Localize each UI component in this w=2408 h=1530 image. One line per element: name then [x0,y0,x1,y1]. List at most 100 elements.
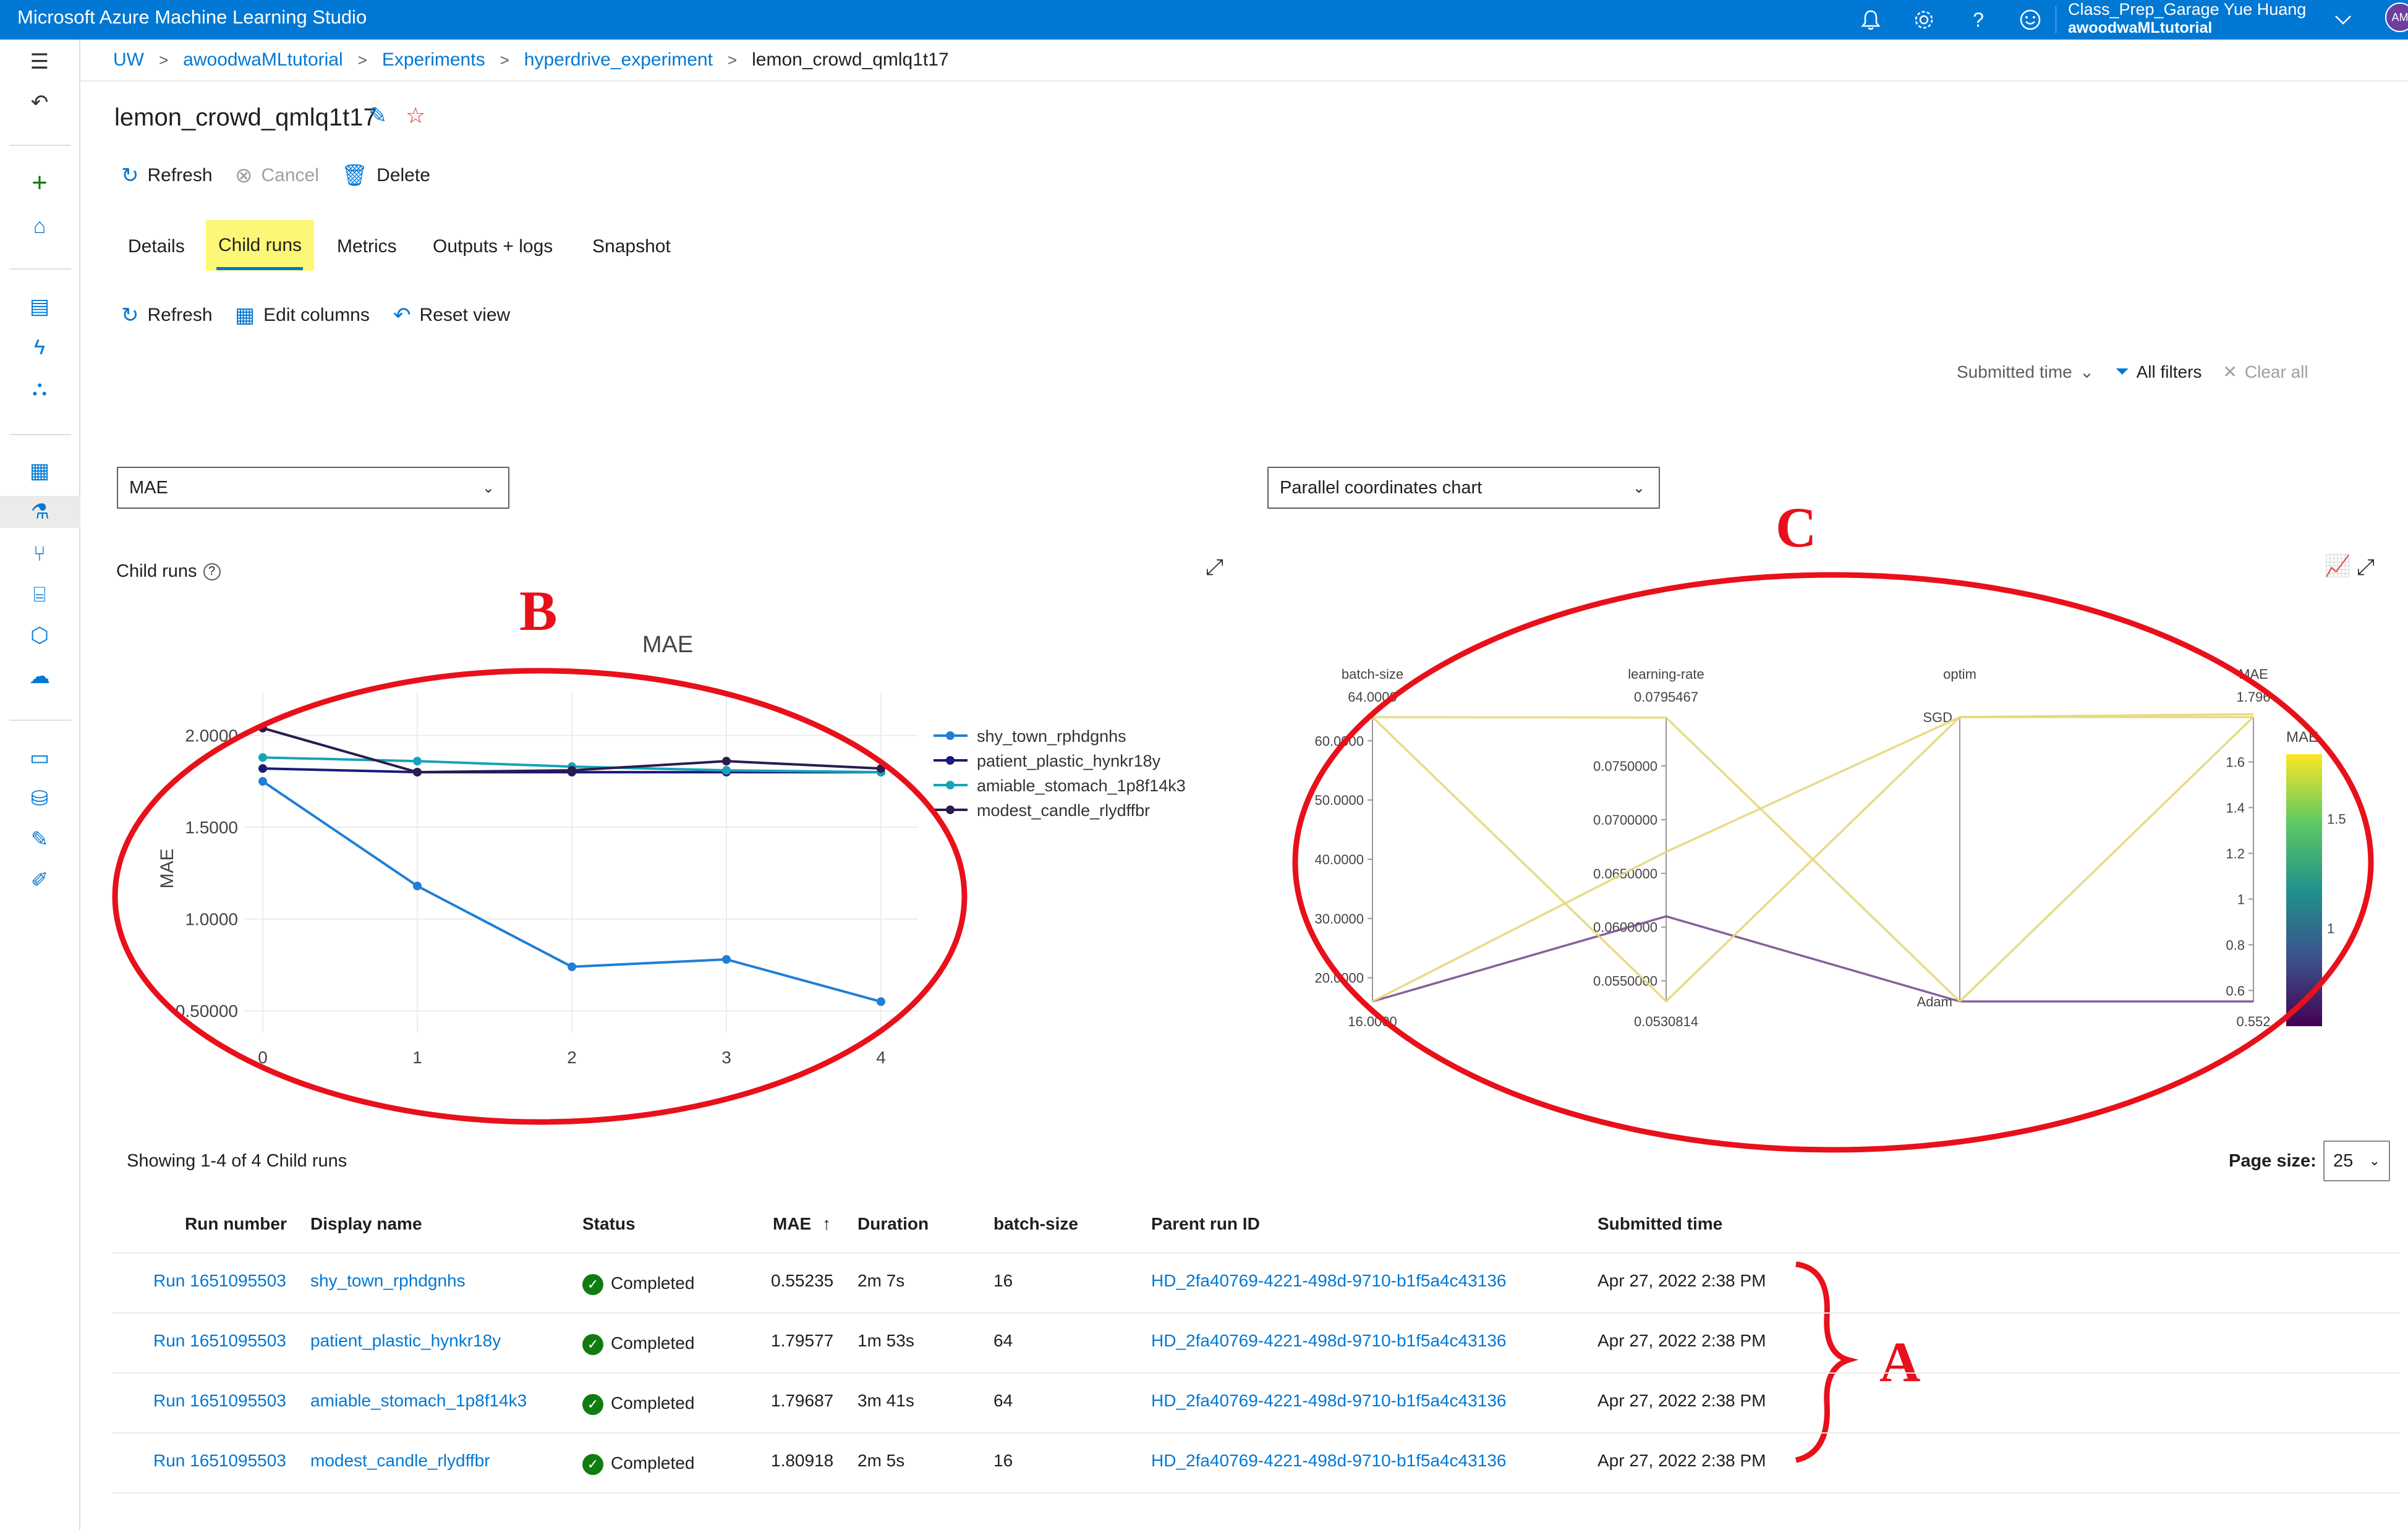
smiley-icon[interactable] [2017,6,2044,33]
column-header-submitted-time[interactable]: Submitted time [1598,1214,1722,1234]
y-tick-label: 1.5000 [185,818,238,837]
star-icon[interactable]: ☆ [406,103,425,129]
data-labeling-icon[interactable]: ✐ [23,864,56,896]
parent-run-id-link[interactable]: HD_2fa40769-4221-498d-9710-b1f5a4c43136 [1151,1451,1506,1471]
designer-icon[interactable]: ⛬ [23,372,56,404]
create-new-icon[interactable]: + [23,167,56,199]
expand-icon[interactable]: ⤢ [2357,554,2375,580]
app-title[interactable]: Microsoft Azure Machine Learning Studio [17,6,367,28]
delete-button[interactable]: 🗑 Delete [341,163,430,188]
environments-icon[interactable]: ☁ [23,660,56,692]
edit-icon[interactable]: ✎ [368,103,387,129]
chevron-down-icon: ⌄ [2368,1153,2380,1168]
datasets-icon[interactable]: ▦ [23,455,56,487]
back-icon[interactable]: ↶ [23,87,56,119]
parent-run-id-link[interactable]: HD_2fa40769-4221-498d-9710-b1f5a4c43136 [1151,1271,1506,1291]
refresh-button[interactable]: ↻ Refresh [121,163,213,188]
experiments-icon[interactable]: ⚗ [0,496,80,528]
batch-size-cell: 16 [993,1271,1013,1290]
help-icon[interactable]: ? [1965,6,1992,33]
hamburger-menu-icon[interactable]: ☰ [23,46,56,78]
run-number-link[interactable]: Run 1651095503 [153,1271,286,1291]
line-chart-icon[interactable]: 📈 [2325,554,2351,579]
column-header-parent-run-id[interactable]: Parent run ID [1151,1214,1260,1234]
pipelines-icon[interactable]: ⑂ [23,538,56,570]
chevron-down-icon: ⌄ [1632,479,1645,496]
chevron-right-icon: > [727,50,738,69]
clear-all-button[interactable]: ✕ Clear all [2223,362,2308,382]
parent-run-id-link[interactable]: HD_2fa40769-4221-498d-9710-b1f5a4c43136 [1151,1331,1506,1351]
all-filters-button[interactable]: ⏷ All filters [2115,362,2202,382]
page-size-select[interactable]: 25 ⌄ [2323,1141,2390,1181]
run-number-link[interactable]: Run 1651095503 [153,1331,286,1351]
table-row[interactable]: Run 1651095503 amiable_stomach_1p8f14k3 … [113,1374,2400,1434]
tab-metrics[interactable]: Metrics [337,236,397,257]
display-name-link[interactable]: shy_town_rphdgnhs [310,1271,466,1291]
account-switcher[interactable]: Class_Prep_Garage Yue Huang awoodwaMLtut… [2068,0,2306,37]
breadcrumb-experiments[interactable]: Experiments [382,49,485,70]
column-header-display-name[interactable]: Display name [310,1214,422,1234]
info-icon[interactable]: ? [203,563,221,580]
display-name-link[interactable]: patient_plastic_hynkr18y [310,1331,501,1351]
tab-outputs-logs[interactable]: Outputs + logs [433,236,553,257]
chevron-right-icon: > [500,50,509,69]
avatar[interactable]: AM [2385,2,2408,32]
gear-icon[interactable] [1910,6,1938,33]
home-icon[interactable]: ⌂ [23,210,56,242]
column-header-batch-size[interactable]: batch-size [993,1214,1078,1234]
tab-snapshot[interactable]: Snapshot [592,236,671,257]
page-title: lemon_crowd_qmlq1t17 [114,104,377,131]
column-header-duration[interactable]: Duration [857,1214,929,1234]
reset-view-button[interactable]: ↶ Reset view [393,303,510,328]
automated-ml-icon[interactable]: ϟ [23,331,56,363]
linked-services-icon[interactable]: ✎ [23,823,56,856]
breadcrumb-experiment[interactable]: hyperdrive_experiment [524,49,713,70]
legend-label: modest_candle_rlydffbr [977,801,1150,820]
display-name-link[interactable]: amiable_stomach_1p8f14k3 [310,1391,527,1411]
endpoints-icon[interactable]: ⬡ [23,619,56,652]
chevron-down-icon[interactable] [2329,6,2357,33]
cancel-button[interactable]: ⊗ Cancel [235,163,319,188]
submitted-time-cell: Apr 27, 2022 2:38 PM [1598,1451,1766,1470]
child-refresh-button[interactable]: ↻ Refresh [121,303,213,328]
duration-cell: 3m 41s [857,1391,914,1410]
breadcrumb-uw[interactable]: UW [113,49,144,70]
table-row[interactable]: Run 1651095503 shy_town_rphdgnhs ✓ Comple… [113,1254,2400,1314]
data-point [413,882,422,891]
column-header-mae[interactable]: MAE ↑ [773,1214,831,1234]
edit-columns-button[interactable]: ▦ Edit columns [235,303,370,328]
table-row[interactable]: Run 1651095503 modest_candle_rlydffbr ✓ C… [113,1434,2400,1494]
tab-details[interactable]: Details [128,236,185,257]
datastores-icon[interactable]: ⛁ [23,783,56,815]
child-runs-label: Child runs ? [116,561,221,582]
expand-icon[interactable]: ⤢ [1206,554,1223,580]
notebooks-icon[interactable]: ▤ [23,291,56,323]
run-number-link[interactable]: Run 1651095503 [153,1451,286,1471]
duration-cell: 2m 5s [857,1451,905,1470]
check-icon: ✓ [582,1393,603,1415]
breadcrumb-workspace[interactable]: awoodwaMLtutorial [183,49,342,70]
table-row[interactable]: Run 1651095503 patient_plastic_hynkr18y … [113,1314,2400,1374]
pc-tick-label: 0.8 [2226,937,2245,953]
chevron-right-icon: > [357,50,367,69]
pc-tick-label: 0.0750000 [1593,759,1657,774]
pc-tick-label: 1.4 [2226,800,2245,815]
run-number-link[interactable]: Run 1651095503 [153,1391,286,1411]
data-point [413,768,422,777]
column-header-status[interactable]: Status [582,1214,636,1234]
submitted-time-filter[interactable]: Submitted time ⌄ [1957,362,2094,382]
compute-icon[interactable]: ▭ [23,742,56,774]
display-name-link[interactable]: modest_candle_rlydffbr [310,1451,490,1471]
tab-child-runs[interactable]: Child runs [206,220,314,271]
legend-label: patient_plastic_hynkr18y [977,752,1161,770]
pc-axis-bottom-label: 16.0000 [1348,1014,1397,1029]
pc-axis-label: learning-rate [1628,666,1704,682]
column-header-run-number[interactable]: Run number [185,1214,287,1234]
metric-dropdown[interactable]: MAE ⌄ [117,467,509,509]
pc-axis-top-label: 64.0000 [1348,689,1397,705]
models-icon[interactable]: ⌸ [23,579,56,611]
legend-marker [946,756,955,765]
chart-type-dropdown[interactable]: Parallel coordinates chart ⌄ [1267,467,1660,509]
parent-run-id-link[interactable]: HD_2fa40769-4221-498d-9710-b1f5a4c43136 [1151,1391,1506,1411]
bell-icon[interactable] [1857,6,1884,33]
